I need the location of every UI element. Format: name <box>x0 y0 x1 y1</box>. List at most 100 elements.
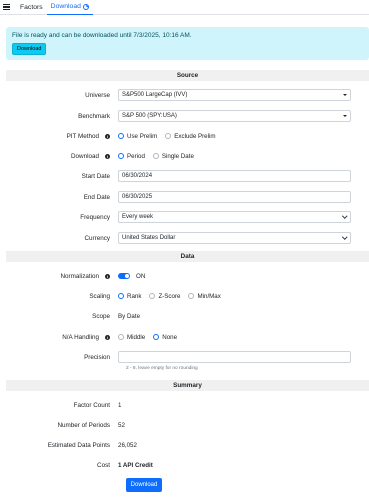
cost-row: Cost 1 API Credit <box>6 458 369 472</box>
tab-factors[interactable]: Factors <box>16 0 47 15</box>
radio-label: Middle <box>127 333 146 341</box>
radio-dot <box>118 334 124 340</box>
precision-input[interactable] <box>118 351 351 363</box>
section-data: Data <box>6 251 369 262</box>
pit-method-label-wrap: PIT Method i <box>6 133 118 140</box>
tab-download-label: Download <box>50 3 81 10</box>
end-date-value: 06/30/2025 <box>122 194 153 200</box>
periods-label: Number of Periods <box>57 421 111 429</box>
section-source: Source <box>6 70 369 81</box>
factor-count-value: 1 <box>118 401 122 409</box>
ready-alert: File is ready and can be downloaded unti… <box>6 27 369 60</box>
pit-method-row: PIT Method i Use Prelim Exclude Prelim <box>6 129 369 143</box>
radio-period[interactable]: Period <box>118 153 145 160</box>
radio-label: Single Date <box>161 152 194 160</box>
data-points-label: Estimated Data Points <box>47 441 110 449</box>
currency-value: United States Dollar <box>122 235 176 241</box>
menu-icon[interactable] <box>3 4 10 10</box>
download-circle-icon <box>82 3 89 10</box>
radio-dot-selected <box>153 334 160 340</box>
start-date-input[interactable]: 06/30/2024 <box>118 170 351 182</box>
na-handling-label: N/A Handling <box>62 333 99 341</box>
data-points-row: Estimated Data Points 26,052 <box>6 438 369 452</box>
alert-download-button[interactable]: Download <box>12 43 47 55</box>
start-date-row: Start Date 06/30/2024 <box>6 169 369 183</box>
radio-dot <box>188 293 195 299</box>
radio-dot <box>152 153 159 159</box>
radio-label: None <box>162 333 178 341</box>
universe-label: Universe <box>85 91 110 99</box>
pit-method-radios: Use Prelim Exclude Prelim <box>118 133 216 140</box>
frequency-value: Every week <box>122 214 154 220</box>
frequency-row: Frequency Every week <box>6 210 369 224</box>
radio-label: Period <box>127 152 145 160</box>
currency-row: Currency United States Dollar <box>6 231 369 245</box>
radio-middle[interactable]: Middle <box>118 334 145 341</box>
radio-label: Min/Max <box>197 292 221 300</box>
universe-row: Universe S&P500 LargeCap (IVV) <box>6 88 369 102</box>
periods-value: 52 <box>118 421 125 429</box>
radio-none[interactable]: None <box>153 334 177 341</box>
download-button[interactable]: Download <box>126 478 162 492</box>
radio-z-score[interactable]: Z-Score <box>149 293 180 300</box>
radio-dot-selected <box>118 133 124 139</box>
scaling-label: Scaling <box>89 292 110 300</box>
info-icon[interactable]: i <box>105 273 110 279</box>
benchmark-label: Benchmark <box>78 112 110 120</box>
end-date-row: End Date 06/30/2025 <box>6 190 369 204</box>
normalization-row: Normalization i ON <box>6 269 369 283</box>
benchmark-row: Benchmark S&P 500 (SPY:USA) <box>6 109 369 123</box>
download-radios: Period Single Date <box>118 153 194 160</box>
normalization-toggle-wrap: ON <box>118 273 145 280</box>
periods-row: Number of Periods 52 <box>6 418 369 432</box>
radio-single-date[interactable]: Single Date <box>152 152 194 160</box>
info-icon[interactable]: i <box>105 133 110 139</box>
benchmark-value: S&P 500 (SPY:USA) <box>122 113 177 119</box>
info-icon[interactable]: i <box>105 334 110 340</box>
info-icon[interactable]: i <box>105 153 110 159</box>
radio-exclude-prelim[interactable]: Exclude Prelim <box>165 133 216 140</box>
na-handling-row: N/A Handling i Middle None <box>6 330 369 344</box>
radio-dot <box>149 293 156 299</box>
radio-dot <box>165 133 172 139</box>
chevron-down-icon <box>341 234 347 240</box>
radio-rank[interactable]: Rank <box>118 293 141 300</box>
download-mode-row: Download i Period Single Date <box>6 149 369 163</box>
start-date-value: 06/30/2024 <box>122 173 153 179</box>
frequency-select[interactable]: Every week <box>118 211 351 223</box>
radio-dot-selected <box>118 293 124 299</box>
cost-value: 1 API Credit <box>118 461 153 469</box>
currency-label: Currency <box>84 234 110 242</box>
benchmark-select[interactable]: S&P 500 (SPY:USA) <box>118 110 351 122</box>
end-date-input[interactable]: 06/30/2025 <box>118 191 351 203</box>
normalization-toggle[interactable]: ON <box>118 273 145 280</box>
na-handling-label-wrap: N/A Handling i <box>6 334 118 341</box>
radio-use-prelim[interactable]: Use Prelim <box>118 133 157 140</box>
download-label-wrap: Download i <box>6 153 118 160</box>
toggle-label: ON <box>136 272 146 280</box>
cost-label: Cost <box>97 461 110 469</box>
tab-factors-label: Factors <box>20 3 43 11</box>
scope-row: Scope By Date <box>6 309 369 323</box>
toggle-switch <box>118 272 130 280</box>
scope-label: Scope <box>92 312 110 320</box>
radio-label: Use Prelim <box>127 132 158 140</box>
precision-hint: 2 - 8, leave empty for no rounding <box>126 366 198 371</box>
currency-select[interactable]: United States Dollar <box>118 232 351 244</box>
pit-method-label: PIT Method <box>66 132 99 140</box>
download-label: Download <box>70 152 99 160</box>
universe-select[interactable]: S&P500 LargeCap (IVV) <box>118 89 351 101</box>
scope-value: By Date <box>118 312 141 320</box>
normalization-label: Normalization <box>60 272 100 280</box>
chevron-down-icon <box>341 213 347 219</box>
radio-min-max[interactable]: Min/Max <box>188 292 221 300</box>
precision-row: Precision <box>6 350 369 364</box>
radio-label: Rank <box>127 292 142 300</box>
radio-dot-selected <box>118 153 124 159</box>
caret-down-icon <box>343 94 347 96</box>
precision-label: Precision <box>84 353 110 361</box>
na-handling-radios: Middle None <box>118 334 177 341</box>
radio-label: Z-Score <box>158 292 181 300</box>
tab-download[interactable]: Download <box>46 0 93 15</box>
universe-value: S&P500 LargeCap (IVV) <box>122 92 188 98</box>
